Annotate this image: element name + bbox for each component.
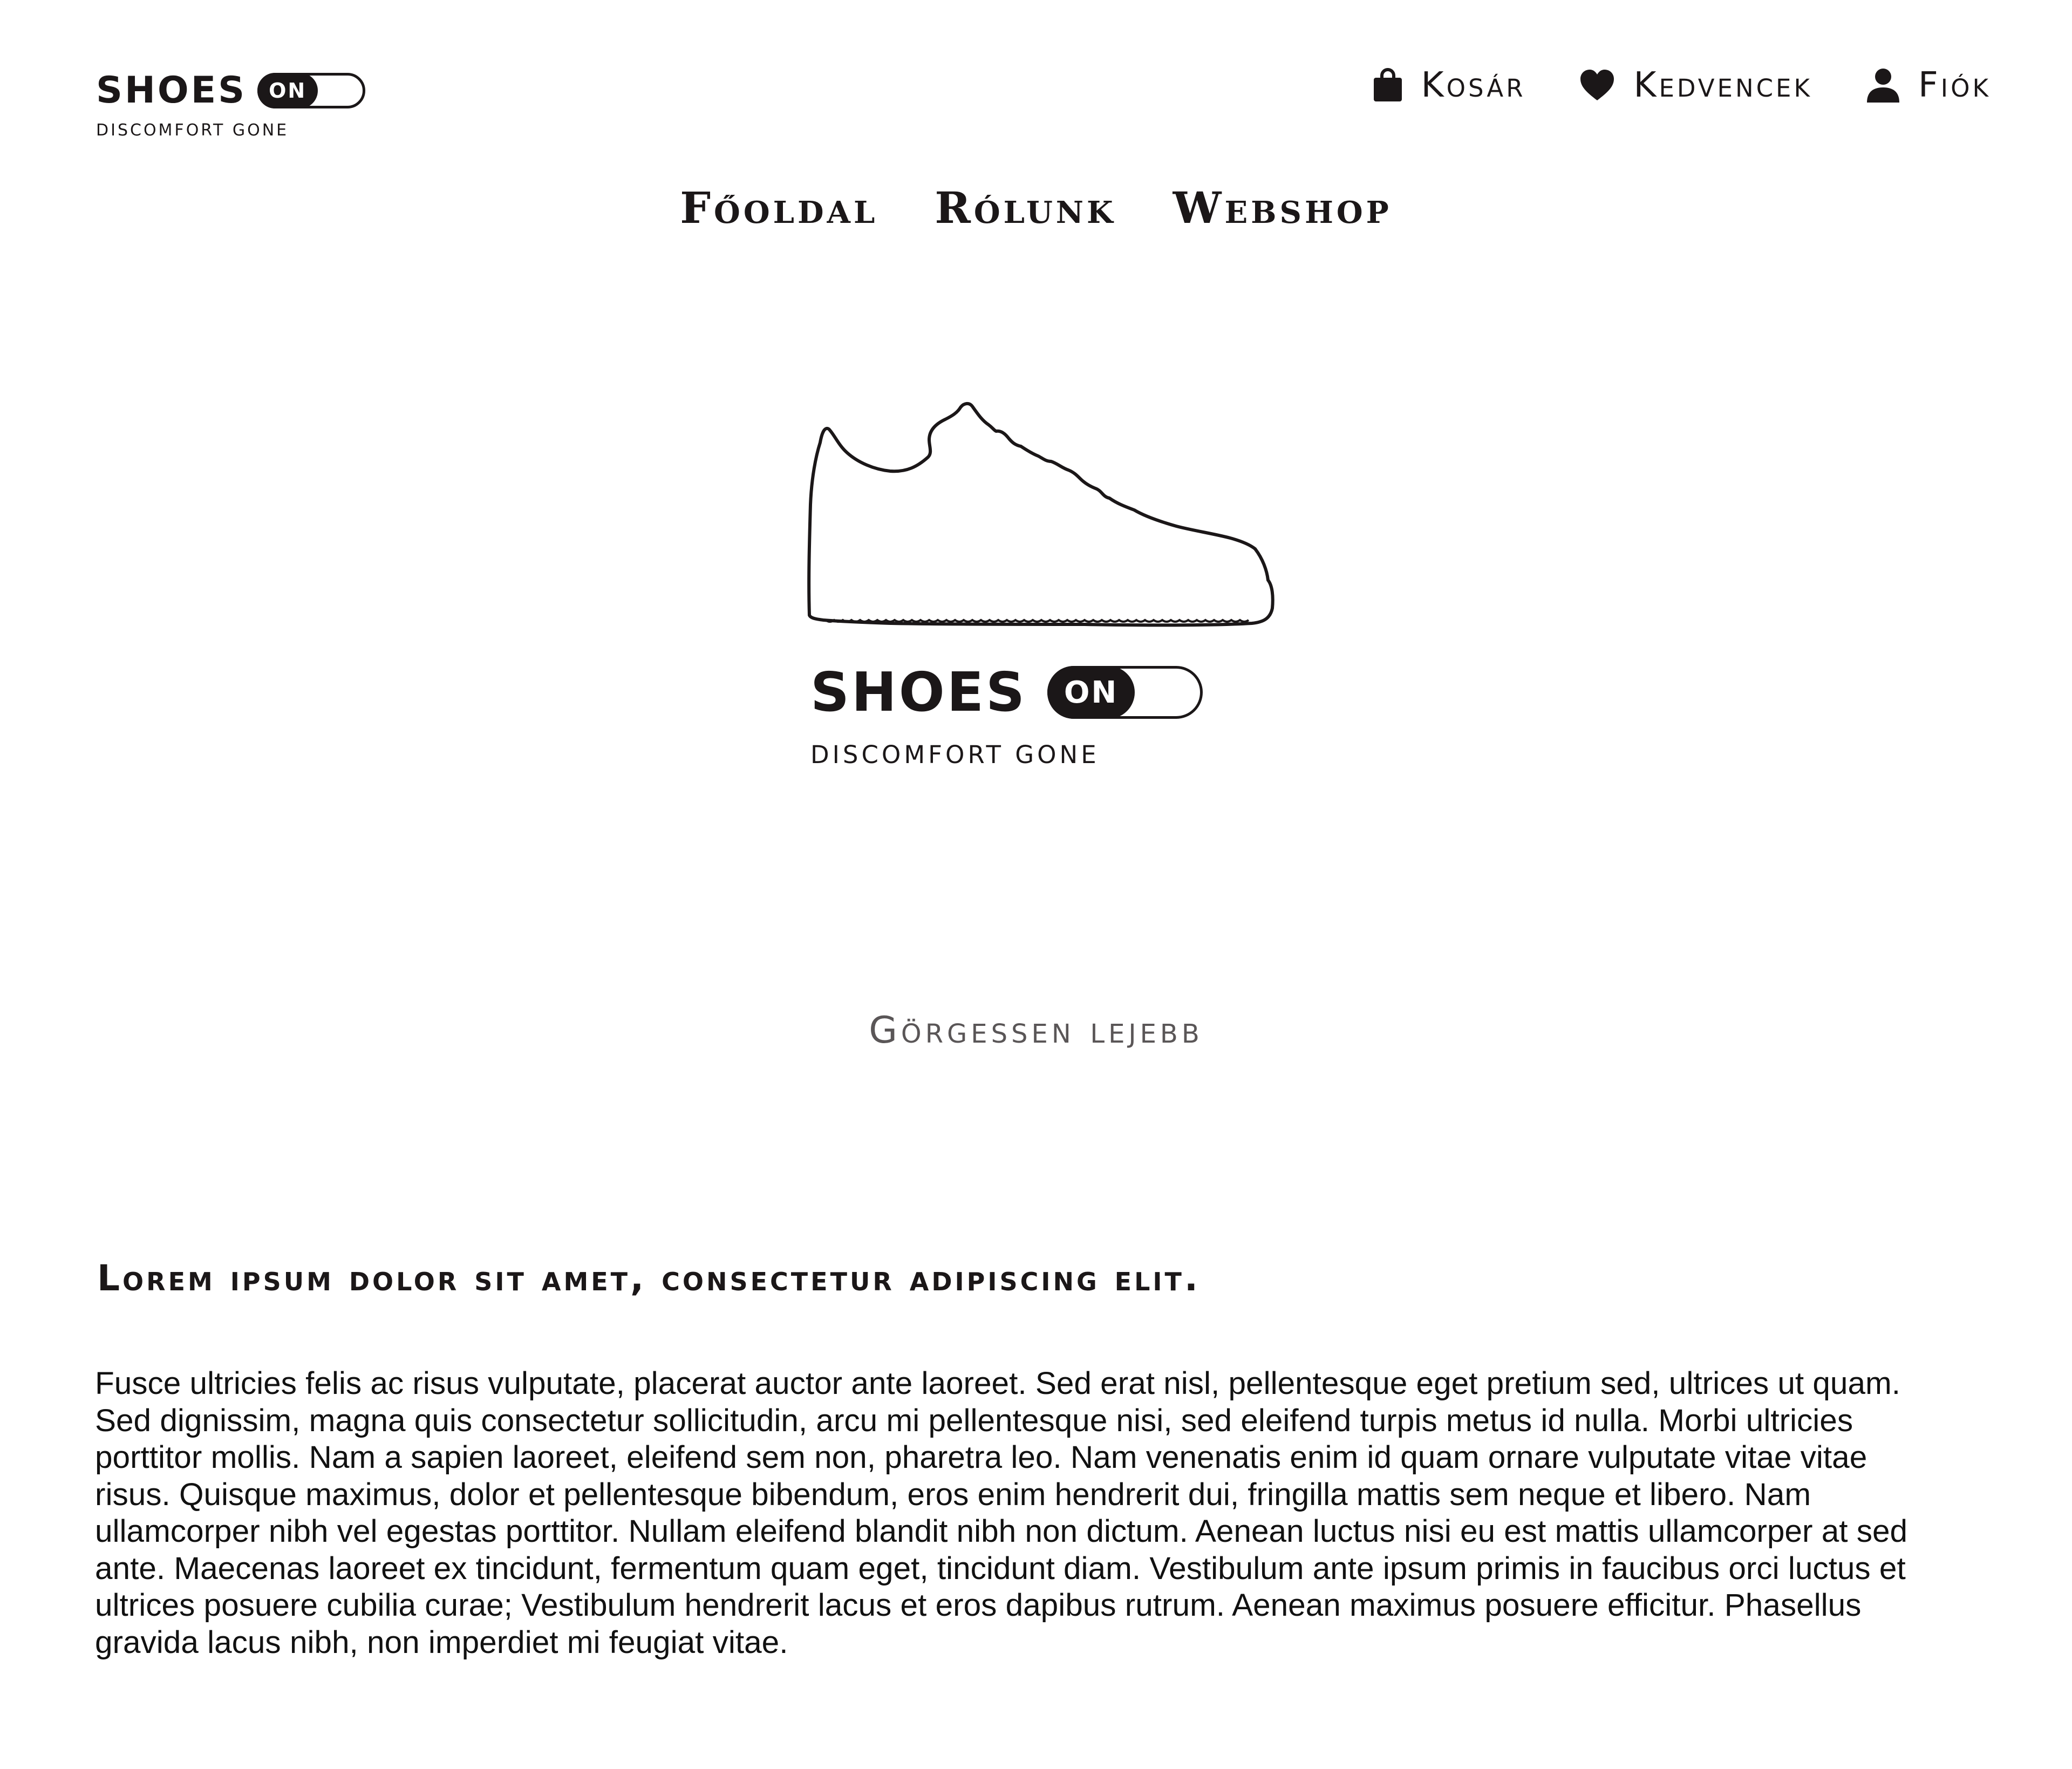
cart-link[interactable]: Kosár <box>1373 68 1526 103</box>
scroll-hint[interactable]: Görgessen lejebb <box>0 1009 2072 1052</box>
header-logo[interactable]: SHOES ON <box>96 64 366 118</box>
favorites-label: Kedvencek <box>1633 65 1812 105</box>
logo-tagline: Discomfort gone <box>96 121 289 140</box>
logo-wordmark: SHOES <box>96 69 247 112</box>
hero-logo-tagline: Discomfort gone <box>810 740 1100 769</box>
account-link[interactable]: Fiók <box>1866 68 1991 103</box>
account-label: Fiók <box>1918 65 1991 105</box>
cart-label: Kosár <box>1421 65 1526 105</box>
hero-logo-toggle: ON <box>1047 666 1203 719</box>
favorites-link[interactable]: Kedvencek <box>1579 68 1812 103</box>
hero-logo-wordmark: SHOES <box>810 661 1027 724</box>
sneaker-outline-icon <box>807 402 1274 627</box>
logo-toggle-label: ON <box>257 73 318 108</box>
nav-item-home[interactable]: Főoldal <box>680 186 878 229</box>
section-headline: Lorem ipsum dolor sit amet, consectetur … <box>97 1257 1201 1299</box>
header-actions: Kosár Kedvencek Fiók <box>1373 64 1991 107</box>
bag-icon <box>1373 68 1402 101</box>
section-body-text: Fusce ultricies felis ac risus vulputate… <box>95 1366 1908 1660</box>
user-icon <box>1866 69 1899 103</box>
hero-logo-toggle-label: ON <box>1047 666 1135 719</box>
hero-logo: SHOES ON <box>810 663 1203 722</box>
heart-icon <box>1580 70 1614 100</box>
main-nav: Főoldal Rólunk Webshop <box>0 186 2072 229</box>
nav-item-webshop[interactable]: Webshop <box>1173 186 1392 229</box>
logo-toggle: ON <box>257 73 366 108</box>
nav-item-about[interactable]: Rólunk <box>935 186 1116 229</box>
